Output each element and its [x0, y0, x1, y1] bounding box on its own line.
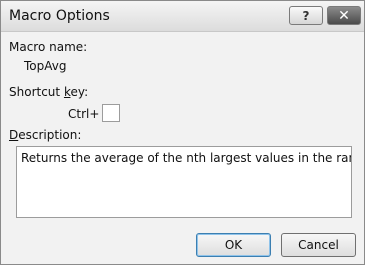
shortcut-key-label: Shortcut key: [9, 85, 88, 99]
description-label: Description: [9, 128, 81, 142]
ctrl-prefix-label: Ctrl+ [68, 107, 100, 121]
description-label-post: escription: [18, 128, 82, 142]
title-bar[interactable]: Macro Options ? ✕ [1, 1, 364, 32]
shortcut-label-pre: Shortcut [9, 85, 64, 99]
macro-name-value: TopAvg [24, 59, 67, 73]
macro-options-dialog: Macro Options ? ✕ Macro name: TopAvg Sho… [0, 0, 365, 265]
description-label-accel: D [9, 128, 19, 142]
shortcut-label-post: ey: [70, 85, 89, 99]
cancel-button[interactable]: Cancel [281, 233, 356, 257]
macro-name-label: Macro name: [9, 40, 88, 54]
description-textarea[interactable]: Returns the average of the nth largest v… [16, 146, 352, 218]
help-button[interactable]: ? [289, 6, 323, 25]
shortcut-key-input[interactable] [102, 104, 120, 122]
window-title: Macro Options [9, 8, 110, 24]
close-button[interactable]: ✕ [327, 6, 361, 25]
ok-button[interactable]: OK [196, 233, 271, 257]
help-icon: ? [302, 8, 310, 23]
close-icon: ✕ [338, 7, 350, 24]
